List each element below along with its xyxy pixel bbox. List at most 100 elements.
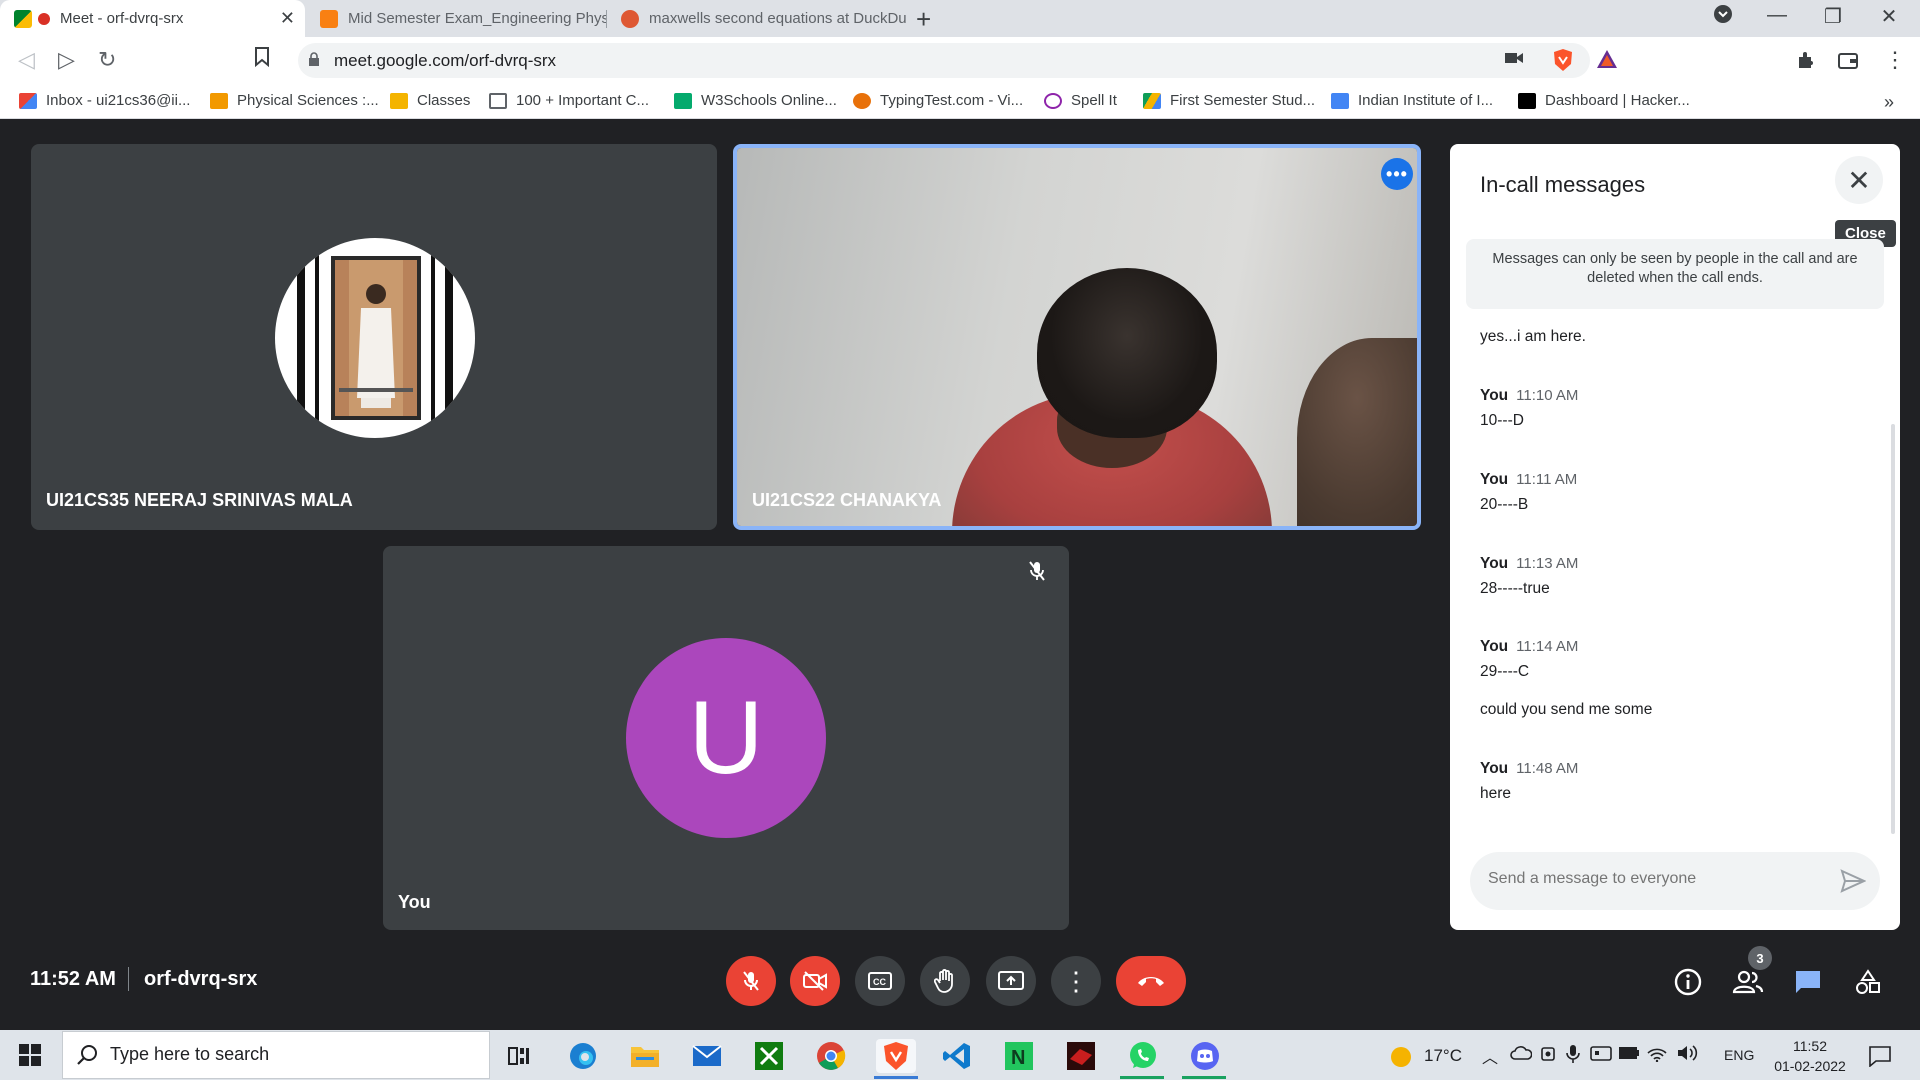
bookmark-label: Physical Sciences :...	[237, 92, 379, 109]
bookmark-100-important[interactable]: 100 + Important C...	[489, 92, 649, 109]
svg-text:N: N	[1011, 1047, 1025, 1069]
reload-icon[interactable]: ↻	[98, 47, 116, 73]
chat-sender: You	[1480, 638, 1509, 655]
new-tab-button[interactable]: +	[916, 4, 931, 35]
weather-icon[interactable]	[1388, 1044, 1414, 1075]
forward-icon[interactable]: ▷	[58, 47, 75, 73]
tab-search-icon[interactable]	[1700, 4, 1746, 30]
more-options-button[interactable]: ⋮	[1051, 956, 1101, 1006]
bookmark-label: Dashboard | Hacker...	[1545, 92, 1690, 109]
bookmark-icon[interactable]	[254, 47, 270, 73]
mail-icon[interactable]	[690, 1039, 724, 1073]
edge-icon[interactable]	[566, 1039, 600, 1073]
leave-call-button[interactable]	[1116, 956, 1186, 1006]
back-icon[interactable]: ◁	[18, 47, 35, 73]
chrome-icon[interactable]	[814, 1039, 848, 1073]
typingtest-icon	[853, 92, 871, 109]
chat-timestamp: 11:13 AM	[1516, 555, 1579, 572]
active-app-indicator	[874, 1076, 918, 1079]
battery-icon[interactable]	[1618, 1046, 1640, 1065]
restore-icon[interactable]: ❐	[1810, 4, 1856, 29]
start-button[interactable]	[18, 1043, 42, 1072]
chat-button[interactable]	[1790, 964, 1826, 1000]
discord-icon[interactable]	[1188, 1039, 1222, 1073]
brave-browser-icon[interactable]	[876, 1039, 916, 1073]
send-icon[interactable]	[1840, 869, 1866, 893]
close-tab-icon[interactable]: ✕	[280, 8, 295, 29]
bookmark-physical-sciences[interactable]: Physical Sciences :...	[210, 92, 379, 109]
chat-sender: You	[1480, 471, 1509, 488]
raise-hand-button[interactable]	[920, 956, 970, 1006]
participant-name: UI21CS22 CHANAKYA	[752, 490, 942, 510]
network-device-icon[interactable]	[1590, 1045, 1612, 1068]
participant-tile-self[interactable]: U You	[383, 546, 1069, 930]
chat-message-header: You 11:48 AM	[1480, 760, 1578, 778]
message-input[interactable]	[1488, 870, 1828, 888]
game-app-icon[interactable]	[1064, 1039, 1098, 1073]
xbox-icon[interactable]	[752, 1039, 786, 1073]
captions-button[interactable]: CC	[855, 956, 905, 1006]
chat-scrollbar[interactable]	[1891, 424, 1895, 834]
bookmark-w3schools[interactable]: W3Schools Online...	[674, 92, 837, 109]
participant-tile-neeraj[interactable]: UI21CS35 NEERAJ SRINIVAS MALA	[31, 144, 717, 530]
present-screen-button[interactable]	[986, 956, 1036, 1006]
bookmark-classes[interactable]: Classes	[390, 92, 470, 109]
profile-photo-icon	[297, 238, 453, 438]
window-close-icon[interactable]: ✕	[1866, 4, 1912, 29]
whatsapp-icon[interactable]	[1126, 1039, 1160, 1073]
bookmark-hackerrank[interactable]: Dashboard | Hacker...	[1518, 92, 1690, 109]
notepad-app-icon[interactable]: N	[1002, 1039, 1036, 1073]
camera-in-use-icon[interactable]	[1505, 51, 1523, 70]
bookmark-typingtest[interactable]: TypingTest.com - Vi...	[853, 92, 1023, 109]
tab-duckduckgo[interactable]: maxwells second equations at DuckDu	[607, 0, 907, 37]
captions-icon: CC	[868, 972, 892, 990]
bookmark-indian-institute[interactable]: Indian Institute of I...	[1331, 92, 1493, 109]
camera-toggle-button[interactable]	[790, 956, 840, 1006]
chat-input-box[interactable]	[1470, 852, 1880, 910]
chevron-up-icon[interactable]: ︿	[1482, 1044, 1498, 1068]
minimize-icon[interactable]: —	[1754, 4, 1800, 27]
bookmark-spell-it[interactable]: Spell It	[1044, 92, 1117, 109]
avatar: U	[626, 638, 826, 838]
participant-tile-chanakya[interactable]: ••• UI21CS22 CHANAKYA	[733, 144, 1421, 530]
wifi-icon[interactable]	[1646, 1044, 1668, 1067]
onedrive-icon[interactable]	[1510, 1046, 1533, 1065]
brave-shield-icon[interactable]	[1552, 48, 1574, 77]
tab-meet[interactable]: Meet - orf-dvrq-srx ✕	[0, 0, 305, 37]
more-options-icon[interactable]: •••	[1381, 158, 1413, 190]
chat-panel: In-call messages ✕ Close Messages can on…	[1450, 144, 1900, 930]
recording-dot-icon	[38, 12, 50, 25]
wallet-icon[interactable]	[1838, 51, 1858, 74]
tab-exam[interactable]: Mid Semester Exam_Engineering Phys	[306, 0, 606, 37]
close-icon[interactable]: ✕	[1835, 156, 1883, 204]
svg-text:CC: CC	[873, 977, 886, 987]
chat-message-text: 28-----true	[1480, 580, 1550, 597]
bookmark-inbox[interactable]: Inbox - ui21cs36@ii...	[19, 92, 190, 109]
participant-name: You	[398, 892, 431, 912]
meeting-details-button[interactable]	[1670, 964, 1706, 1000]
more-bookmarks-button[interactable]: »	[1884, 92, 1894, 113]
weather-temperature[interactable]: 17°C	[1424, 1046, 1462, 1066]
people-icon	[1732, 970, 1764, 994]
mic-toggle-button[interactable]	[726, 956, 776, 1006]
chat-message-header: You 11:14 AM	[1480, 638, 1578, 656]
tab-title: Meet - orf-dvrq-srx	[60, 10, 184, 27]
file-explorer-icon[interactable]	[628, 1039, 662, 1073]
bookmark-first-semester[interactable]: First Semester Stud...	[1143, 92, 1315, 109]
task-view-icon[interactable]	[502, 1039, 536, 1073]
chat-message-text: 10---D	[1480, 412, 1524, 429]
input-language[interactable]: ENG	[1724, 1047, 1754, 1063]
url-text[interactable]: meet.google.com/orf-dvrq-srx	[334, 51, 556, 71]
muted-mic-icon	[1027, 560, 1047, 587]
brave-rewards-icon[interactable]	[1596, 49, 1618, 74]
vscode-icon[interactable]	[940, 1039, 974, 1073]
chat-timestamp: 11:11 AM	[1516, 471, 1578, 488]
browser-menu-icon[interactable]: ⋮	[1884, 47, 1906, 73]
notifications-icon[interactable]	[1868, 1045, 1892, 1072]
microphone-tray-icon[interactable]	[1566, 1044, 1580, 1069]
camera-tray-icon[interactable]	[1540, 1045, 1558, 1068]
volume-icon[interactable]	[1676, 1044, 1698, 1067]
taskbar-clock[interactable]: 11:52 01-02-2022	[1772, 1036, 1848, 1076]
extensions-icon[interactable]	[1796, 50, 1816, 75]
activities-button[interactable]	[1850, 964, 1886, 1000]
